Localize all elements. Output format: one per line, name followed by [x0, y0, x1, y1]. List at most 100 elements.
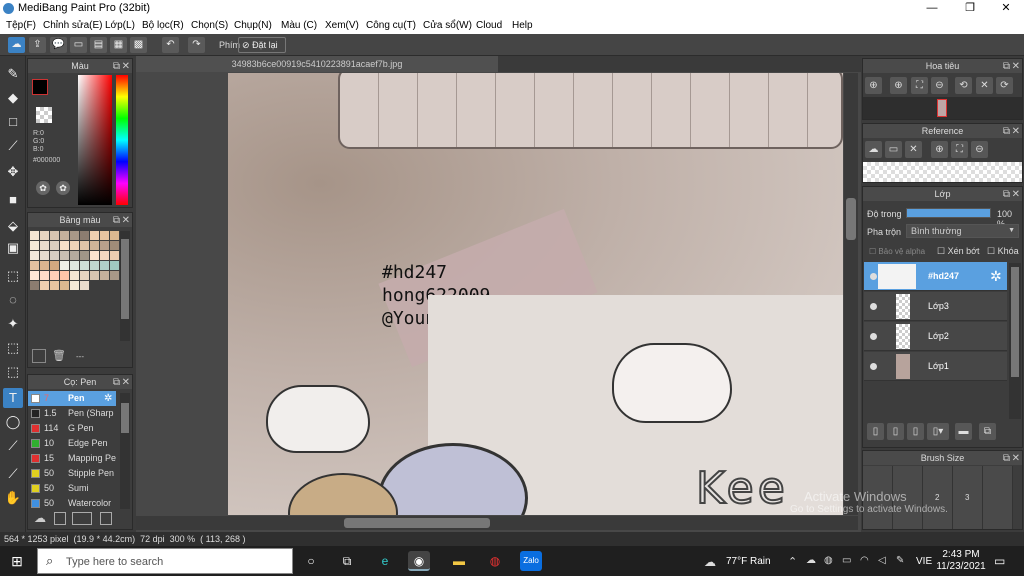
- cortana-icon[interactable]: ○: [300, 551, 322, 571]
- undock-icon[interactable]: ⧉: [1003, 125, 1010, 139]
- palette-swatch[interactable]: [40, 251, 49, 260]
- select-eraser-icon[interactable]: ⬚: [3, 362, 23, 382]
- notification-icon[interactable]: ▭: [994, 554, 1005, 568]
- medibang-taskbar-icon[interactable]: ◉: [408, 551, 430, 571]
- search-box[interactable]: ⌕ Type here to search: [37, 548, 293, 574]
- lock-checkbox[interactable]: ☐ Khóa: [987, 246, 1019, 257]
- panel-close-icon[interactable]: ✕: [1012, 452, 1020, 466]
- eye-icon[interactable]: [870, 333, 877, 340]
- task-view-icon[interactable]: ⧉: [336, 551, 358, 571]
- menu-cloud[interactable]: Cloud: [476, 20, 502, 31]
- palette-swatch[interactable]: [110, 231, 119, 240]
- minimize-button[interactable]: —: [914, 0, 950, 17]
- primary-color-swatch[interactable]: [32, 79, 48, 95]
- panel-close-icon[interactable]: ✕: [122, 60, 130, 74]
- menu-layer[interactable]: Lớp(L): [105, 20, 135, 31]
- close-reference-icon[interactable]: ✕: [905, 141, 922, 158]
- palette-swatch[interactable]: [100, 231, 109, 240]
- palette-swatch[interactable]: [70, 251, 79, 260]
- chat-icon[interactable]: 💬: [50, 37, 67, 53]
- palette-swatch[interactable]: [40, 271, 49, 280]
- palette-swatch[interactable]: [30, 251, 39, 260]
- pen-workspace-icon[interactable]: ✎: [896, 555, 904, 566]
- palette-swatch[interactable]: [110, 241, 119, 250]
- undock-icon[interactable]: ⧉: [113, 214, 120, 228]
- tiles-icon[interactable]: ▩: [130, 37, 147, 53]
- select-rect-icon[interactable]: ⬚: [3, 266, 23, 286]
- brush-list-item[interactable]: 50 Watercolor: [28, 496, 116, 511]
- palette-swatch[interactable]: [90, 231, 99, 240]
- chevron-up-icon[interactable]: ⌃: [788, 555, 797, 568]
- undock-icon[interactable]: ⧉: [1003, 188, 1010, 202]
- palette-swatch[interactable]: [90, 251, 99, 260]
- move-tool-icon[interactable]: ✥: [3, 162, 23, 182]
- bucket-tool-icon[interactable]: ⬙: [3, 216, 23, 236]
- wifi-icon[interactable]: ◠: [860, 555, 869, 566]
- palette-swatch[interactable]: [30, 271, 39, 280]
- menu-view[interactable]: Xem(V): [325, 20, 359, 31]
- palette-scrollbar[interactable]: [120, 231, 130, 341]
- windows-start-icon[interactable]: ⊞: [6, 551, 28, 571]
- eye-icon[interactable]: [870, 273, 877, 280]
- palette-swatch[interactable]: [50, 251, 59, 260]
- menu-help[interactable]: Help: [512, 20, 533, 31]
- hue-slider[interactable]: [116, 75, 128, 205]
- new-halftone-layer-icon[interactable]: ▯: [887, 423, 904, 440]
- palette-swatch[interactable]: [30, 261, 39, 270]
- vertical-scrollbar[interactable]: [844, 73, 858, 515]
- new-raster-layer-icon[interactable]: ▯: [907, 423, 924, 440]
- palette-swatch[interactable]: [80, 231, 89, 240]
- palette-swatch[interactable]: [60, 271, 69, 280]
- menu-file[interactable]: Tệp(F): [6, 20, 36, 31]
- gradient-tool-icon[interactable]: ▣: [3, 238, 23, 258]
- menu-edit[interactable]: Chỉnh sửa(E): [43, 20, 103, 31]
- palette-swatch[interactable]: [40, 261, 49, 270]
- rectangle-tool-icon[interactable]: □: [3, 112, 23, 132]
- palette-swatch[interactable]: [100, 251, 109, 260]
- palette-icon[interactable]: ✿: [36, 181, 50, 195]
- zoom-in-icon[interactable]: ⊕: [865, 77, 882, 94]
- palette-swatch[interactable]: [70, 271, 79, 280]
- panel-close-icon[interactable]: ✕: [1012, 188, 1020, 202]
- export-icon[interactable]: ⇪: [29, 37, 46, 53]
- blend-mode-select[interactable]: Bình thường ▼: [906, 224, 1019, 238]
- volume-icon[interactable]: ◁: [878, 555, 886, 566]
- fit-icon[interactable]: ⛶: [911, 77, 928, 94]
- menu-color[interactable]: Màu (C): [281, 20, 317, 31]
- rotate-reset-icon[interactable]: ✕: [976, 77, 993, 94]
- clipping-checkbox[interactable]: ☐ Xén bớt: [937, 246, 980, 257]
- brush-list-item[interactable]: 15 Mapping Pe: [28, 451, 116, 466]
- page-icon[interactable]: ▤: [90, 37, 107, 53]
- palette-swatch[interactable]: [80, 241, 89, 250]
- cloud-brush-icon[interactable]: ☁: [34, 511, 46, 525]
- magic-wand-icon[interactable]: ✦: [3, 314, 23, 334]
- palette-swatch[interactable]: [60, 281, 69, 290]
- menu-select[interactable]: Chọn(S): [191, 20, 228, 31]
- brush-menu-icon[interactable]: [72, 512, 92, 525]
- palette-swatch[interactable]: [60, 241, 69, 250]
- document-tab[interactable]: 34983b6ce00919c5410223891acaef7b.jpg: [136, 56, 498, 72]
- palette-swatch[interactable]: [50, 281, 59, 290]
- panel-close-icon[interactable]: ✕: [1012, 125, 1020, 139]
- zalo-icon[interactable]: Zalo: [520, 551, 542, 571]
- file-explorer-icon[interactable]: ▬: [448, 551, 470, 571]
- new-layer-icon[interactable]: ▯: [867, 423, 884, 440]
- palette-swatch[interactable]: [60, 251, 69, 260]
- palette-swatch[interactable]: [90, 241, 99, 250]
- close-button[interactable]: ✕: [988, 0, 1024, 17]
- grid-icon[interactable]: ▦: [110, 37, 127, 53]
- menu-tools[interactable]: Công cụ(T): [366, 20, 416, 31]
- speech-bubble-icon[interactable]: ◯: [3, 412, 23, 432]
- zoom-out-icon[interactable]: ⊕: [890, 77, 907, 94]
- brush-list-item[interactable]: 50 Sumi: [28, 481, 116, 496]
- brush-list-item[interactable]: 114 G Pen: [28, 421, 116, 436]
- layer-scrollbar[interactable]: [1009, 263, 1021, 419]
- line-tool-icon[interactable]: ⟋: [3, 136, 23, 156]
- palette-swatch[interactable]: [80, 261, 89, 270]
- palette-swatch[interactable]: [40, 281, 49, 290]
- fill-rect-tool-icon[interactable]: ■: [3, 190, 23, 210]
- palette-swatch[interactable]: [90, 261, 99, 270]
- eyedropper-icon[interactable]: ⟋: [3, 436, 23, 456]
- color-wheel-icon[interactable]: ✿: [56, 181, 70, 195]
- palette-swatch[interactable]: [70, 241, 79, 250]
